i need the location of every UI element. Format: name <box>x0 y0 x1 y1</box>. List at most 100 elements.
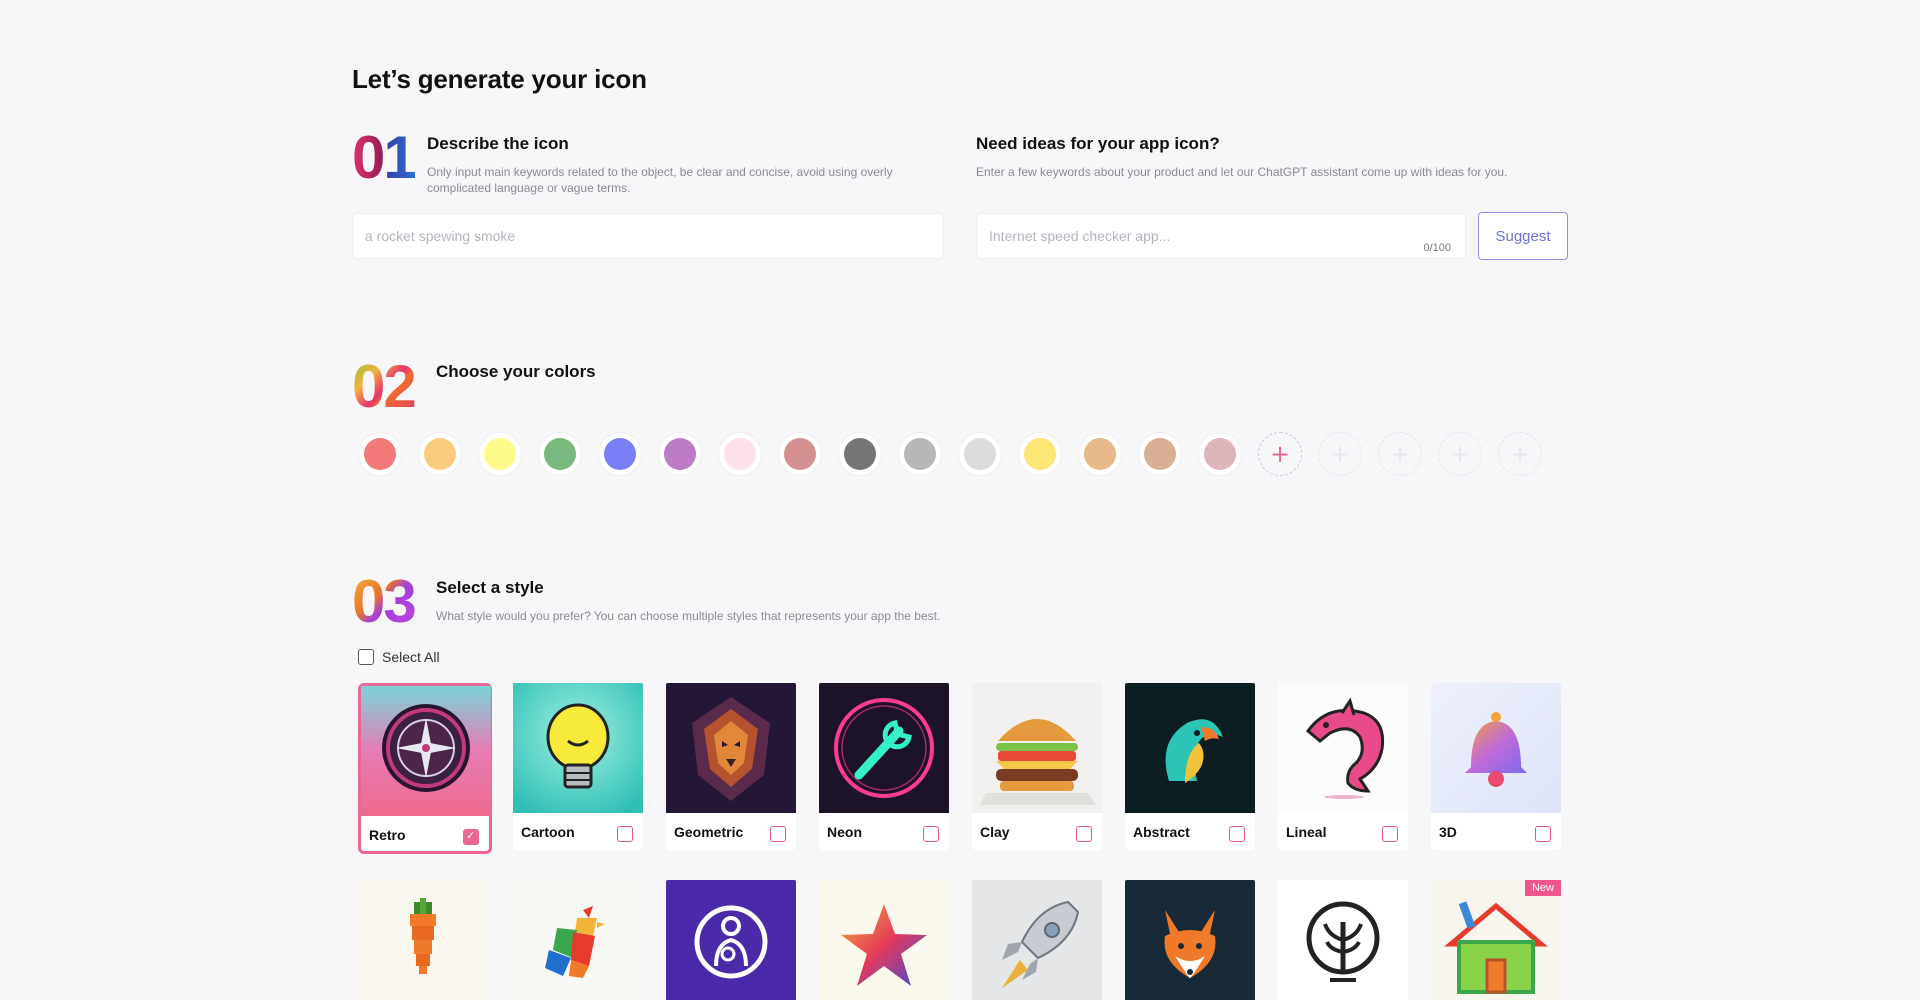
style-card-geometric[interactable]: Geometric <box>666 683 796 850</box>
add-color-slot[interactable]: + <box>1258 432 1302 476</box>
fox-icon <box>1125 880 1255 1000</box>
ideas-description: Enter a few keywords about your product … <box>976 165 1508 179</box>
color-swatch-fill <box>904 438 936 470</box>
style-card-neon[interactable]: Neon <box>819 683 949 850</box>
color-swatch-fill <box>784 438 816 470</box>
style-card-outline[interactable] <box>1278 880 1408 1000</box>
style-checkbox-lineal[interactable] <box>1382 826 1398 842</box>
color-swatch-fill <box>364 438 396 470</box>
icon-description-input[interactable]: a rocket spewing smoke <box>352 213 944 259</box>
step-number-1: 01 <box>352 124 417 191</box>
style-card-abstract[interactable]: Abstract <box>1125 683 1255 850</box>
plus-icon: + <box>1269 440 1291 468</box>
color-swatch-fill <box>1204 438 1236 470</box>
style-checkbox-retro[interactable] <box>463 829 479 845</box>
style-card-flat[interactable] <box>1125 880 1255 1000</box>
describe-description-line1: Only input main keywords related to the … <box>427 165 893 179</box>
mother-child-icon <box>666 880 796 1000</box>
color-swatch-fill <box>1144 438 1176 470</box>
lineal-dolphin-icon <box>1278 683 1408 813</box>
new-badge: New <box>1524 880 1561 896</box>
suggest-button[interactable]: Suggest <box>1478 212 1568 260</box>
style-card-lineal[interactable]: Lineal <box>1278 683 1408 850</box>
select-all-box[interactable] <box>358 649 374 665</box>
style-checkbox-cartoon[interactable] <box>617 826 633 842</box>
style-checkbox-neon[interactable] <box>923 826 939 842</box>
style-label-neon: Neon <box>827 824 862 840</box>
color-swatch[interactable] <box>538 432 582 476</box>
colors-title: Choose your colors <box>436 362 596 381</box>
style-label-abstract: Abstract <box>1133 824 1190 840</box>
rooster-icon <box>513 880 643 1000</box>
star-icon <box>819 880 949 1000</box>
style-label-retro: Retro <box>369 827 406 843</box>
style-card-clay[interactable]: Clay <box>972 683 1102 850</box>
style-card-cartoon[interactable]: Cartoon <box>513 683 643 850</box>
color-swatch-fill <box>484 438 516 470</box>
color-swatch[interactable] <box>418 432 462 476</box>
plus-icon: + <box>1329 440 1351 468</box>
style-checkbox-clay[interactable] <box>1076 826 1092 842</box>
color-swatch[interactable] <box>718 432 762 476</box>
cartoon-lightbulb-icon <box>513 683 643 813</box>
color-swatch[interactable] <box>778 432 822 476</box>
describe-title: Describe the icon <box>427 134 569 153</box>
color-swatch[interactable] <box>898 432 942 476</box>
ideas-title: Need ideas for your app icon? <box>976 134 1220 153</box>
style-card-gradient[interactable] <box>819 880 949 1000</box>
plus-icon: + <box>1389 440 1411 468</box>
color-swatch[interactable] <box>478 432 522 476</box>
style-card-sketch[interactable]: New <box>1431 880 1561 1000</box>
retro-compass-icon <box>361 686 491 816</box>
color-swatch-fill <box>1084 438 1116 470</box>
style-card-3d[interactable]: 3D <box>1431 683 1561 850</box>
color-swatch[interactable] <box>958 432 1002 476</box>
style-checkbox-geometric[interactable] <box>770 826 786 842</box>
style-card-polygon[interactable] <box>513 880 643 1000</box>
icon-description-placeholder: a rocket spewing smoke <box>365 228 516 244</box>
color-swatch[interactable] <box>1018 432 1062 476</box>
describe-description: Only input main keywords related to the … <box>427 164 893 196</box>
style-label-geometric: Geometric <box>674 824 744 840</box>
style-label-3d: 3D <box>1439 824 1457 840</box>
style-label-clay: Clay <box>980 824 1010 840</box>
add-color-slot[interactable]: + <box>1438 432 1482 476</box>
ideas-keywords-input[interactable]: Internet speed checker app... 0/100 <box>976 213 1466 259</box>
color-swatch[interactable] <box>1078 432 1122 476</box>
step-number-2: 02 <box>352 353 417 420</box>
style-checkbox-3d[interactable] <box>1535 826 1551 842</box>
abstract-parrot-icon <box>1125 683 1255 813</box>
style-checkbox-abstract[interactable] <box>1229 826 1245 842</box>
color-swatch[interactable] <box>598 432 642 476</box>
color-swatch-fill <box>1024 438 1056 470</box>
select-all-checkbox[interactable]: Select All <box>358 649 440 665</box>
style-description: What style would you prefer? You can cho… <box>436 609 941 623</box>
color-swatch-fill <box>424 438 456 470</box>
color-swatch-fill <box>964 438 996 470</box>
style-card-retro[interactable]: Retro <box>358 683 492 854</box>
style-card-realistic[interactable] <box>972 880 1102 1000</box>
color-swatch[interactable] <box>658 432 702 476</box>
color-swatch-fill <box>724 438 756 470</box>
step-number-3: 03 <box>352 568 417 635</box>
add-color-slot[interactable]: + <box>1498 432 1542 476</box>
clay-burger-icon <box>972 683 1102 813</box>
plus-icon: + <box>1449 440 1471 468</box>
style-title: Select a style <box>436 578 544 597</box>
add-color-slot[interactable]: + <box>1318 432 1362 476</box>
color-swatch[interactable] <box>838 432 882 476</box>
describe-description-line2: complicated language or vague terms. <box>427 181 631 195</box>
style-card-badge[interactable] <box>666 880 796 1000</box>
generator-page: Let’s generate your icon 01 Describe the… <box>352 0 1568 1000</box>
add-color-slot[interactable]: + <box>1378 432 1422 476</box>
color-swatch[interactable] <box>358 432 402 476</box>
color-swatch[interactable] <box>1138 432 1182 476</box>
color-swatch-row: + + + + + <box>358 432 1558 476</box>
geometric-lion-icon <box>666 683 796 813</box>
tree-icon <box>1278 880 1408 1000</box>
color-swatch-fill <box>664 438 696 470</box>
style-card-pixel[interactable] <box>358 880 488 1000</box>
neon-wrench-icon <box>819 683 949 813</box>
sketch-house-icon <box>1431 880 1561 1000</box>
color-swatch[interactable] <box>1198 432 1242 476</box>
